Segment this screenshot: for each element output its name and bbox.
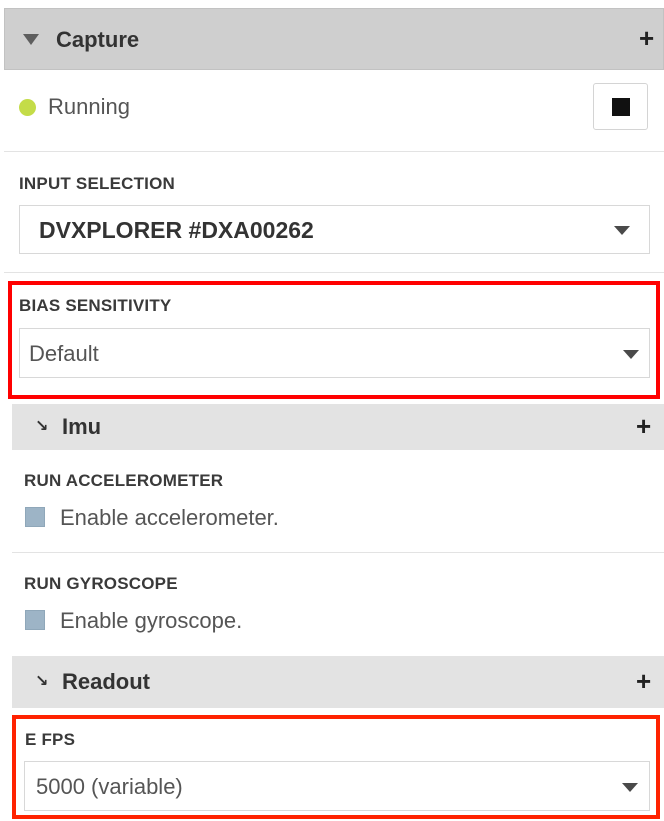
gyroscope-checkbox-label[interactable]: Enable gyroscope. (60, 608, 242, 634)
gyroscope-checkbox[interactable] (25, 610, 45, 630)
run-gyroscope-label: RUN GYROSCOPE (24, 574, 178, 593)
chevron-down-icon (614, 226, 630, 235)
input-selection-dropdown[interactable]: DVXPLORER #DXA00262 (19, 205, 650, 254)
e-fps-label: E FPS (25, 730, 76, 749)
imu-header[interactable]: ↘ Imu + (12, 404, 664, 450)
stop-icon (612, 98, 630, 116)
status-text: Running (48, 94, 130, 119)
capture-add-icon[interactable]: + (639, 25, 654, 51)
bias-sensitivity-dropdown[interactable]: Default (19, 328, 650, 378)
status-indicator-icon (19, 99, 36, 116)
expand-arrow-icon[interactable]: ↘ (35, 671, 48, 691)
chevron-down-icon (622, 783, 638, 792)
readout-add-icon[interactable]: + (636, 668, 651, 694)
divider (4, 272, 664, 273)
capture-header[interactable]: Capture + (4, 8, 664, 70)
status-row: Running (4, 70, 664, 152)
bias-sensitivity-label: BIAS SENSITIVITY (19, 296, 172, 315)
imu-title: Imu (62, 414, 102, 439)
chevron-down-icon (623, 350, 639, 359)
input-selection-label: INPUT SELECTION (19, 174, 176, 193)
capture-panel: Capture + Running INPUT SELECTION DVXPLO… (0, 0, 664, 821)
input-selection-value: DVXPLORER #DXA00262 (39, 217, 314, 243)
expand-arrow-icon[interactable]: ↘ (35, 416, 48, 436)
e-fps-dropdown[interactable]: 5000 (variable) (24, 761, 650, 811)
readout-title: Readout (62, 669, 150, 694)
e-fps-value: 5000 (variable) (36, 774, 183, 799)
bias-sensitivity-value: Default (29, 341, 99, 366)
stop-button[interactable] (593, 83, 648, 130)
capture-title: Capture (56, 27, 140, 52)
readout-header[interactable]: ↘ Readout + (12, 656, 664, 708)
accelerometer-checkbox[interactable] (25, 507, 45, 527)
accelerometer-checkbox-label[interactable]: Enable accelerometer. (60, 505, 279, 531)
run-accelerometer-label: RUN ACCELEROMETER (24, 471, 224, 490)
divider (12, 552, 664, 553)
imu-add-icon[interactable]: + (636, 413, 651, 439)
collapse-triangle-icon[interactable] (23, 34, 39, 45)
